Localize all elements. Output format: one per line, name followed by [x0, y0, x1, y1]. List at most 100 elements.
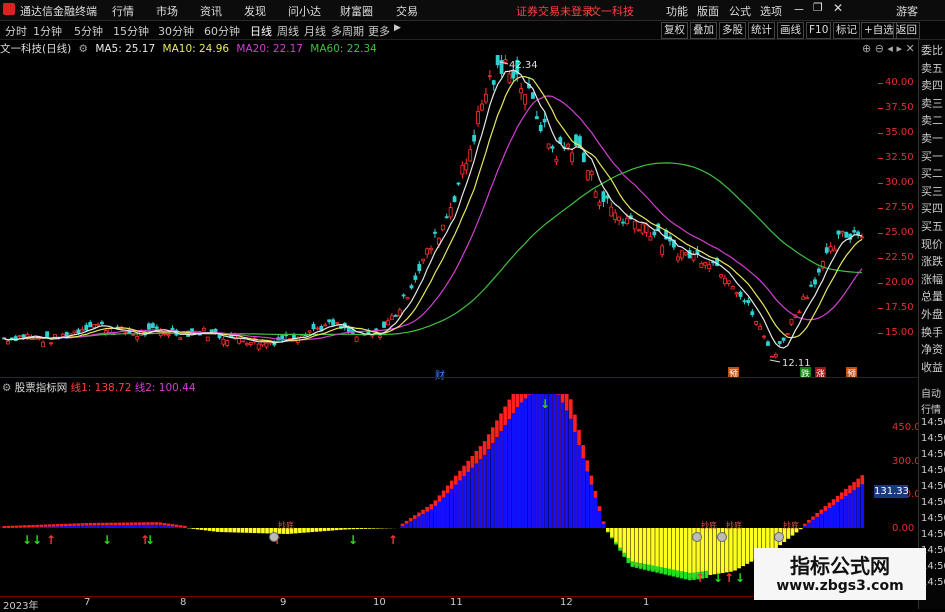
candle-body[interactable]: [747, 301, 750, 303]
candle-body[interactable]: [61, 334, 64, 336]
candle-body[interactable]: [398, 310, 401, 316]
side-panel-time-item[interactable]: 14:50: [921, 417, 945, 428]
tf-daily[interactable]: 日线: [250, 23, 272, 39]
candle-body[interactable]: [42, 342, 45, 347]
settings-gear-icon[interactable]: ⚙: [79, 43, 88, 55]
menu-item-trade[interactable]: 交易: [396, 3, 418, 19]
side-panel-item[interactable]: 买三: [921, 183, 945, 199]
candle-body[interactable]: [22, 335, 25, 338]
candle-body[interactable]: [512, 71, 515, 78]
candle-body[interactable]: [484, 94, 487, 102]
candle-body[interactable]: [539, 125, 542, 130]
side-panel-time-item[interactable]: 14:50: [921, 433, 945, 444]
candle-body[interactable]: [488, 76, 491, 77]
candle-body[interactable]: [241, 341, 244, 342]
candle-body[interactable]: [743, 301, 746, 302]
menu-item-discover[interactable]: 发现: [244, 3, 266, 19]
candle-body[interactable]: [551, 147, 554, 149]
candle-body[interactable]: [723, 278, 726, 283]
candle-body[interactable]: [508, 74, 511, 83]
candle-body[interactable]: [477, 111, 480, 123]
candle-body[interactable]: [202, 328, 205, 331]
candle-body[interactable]: [731, 287, 734, 289]
candle-body[interactable]: [18, 336, 21, 337]
side-panel-item[interactable]: 外盘: [921, 306, 945, 322]
tf-15min[interactable]: 15分钟: [113, 23, 149, 39]
btn-overlay[interactable]: 叠加: [690, 22, 717, 39]
candle-body[interactable]: [806, 298, 809, 299]
menu-item-function[interactable]: 功能: [666, 3, 688, 19]
side-panel-time-item[interactable]: 14:50: [921, 465, 945, 476]
candle-body[interactable]: [167, 335, 170, 336]
candle-body[interactable]: [547, 144, 550, 148]
side-panel-item[interactable]: 总量: [921, 288, 945, 304]
candle-body[interactable]: [422, 259, 425, 261]
candle-body[interactable]: [73, 331, 76, 333]
candle-body[interactable]: [602, 192, 605, 202]
candle-body[interactable]: [708, 265, 711, 269]
candle-body[interactable]: [386, 321, 389, 325]
candle-body[interactable]: [179, 338, 182, 340]
sub-settings-gear-icon[interactable]: ⚙: [2, 382, 11, 394]
candle-body[interactable]: [861, 237, 864, 238]
candle-body[interactable]: [496, 55, 499, 65]
btn-multi-stock[interactable]: 多股: [719, 22, 746, 39]
candle-body[interactable]: [46, 332, 49, 337]
tf-monthly[interactable]: 月线: [304, 23, 326, 39]
candle-body[interactable]: [355, 337, 358, 341]
tf-1min[interactable]: 1分钟: [33, 23, 62, 39]
candle-body[interactable]: [802, 297, 805, 299]
side-panel-item[interactable]: 换手: [921, 324, 945, 340]
candle-body[interactable]: [445, 217, 448, 218]
side-panel-item[interactable]: 现价: [921, 236, 945, 252]
candle-body[interactable]: [567, 144, 570, 147]
side-panel-item[interactable]: 卖一: [921, 130, 945, 146]
side-panel-time-item[interactable]: 自动: [921, 385, 945, 400]
menu-item-news[interactable]: 资讯: [200, 3, 222, 19]
candle-body[interactable]: [661, 246, 664, 255]
candle-body[interactable]: [853, 230, 856, 232]
candle-body[interactable]: [336, 323, 339, 324]
candle-body[interactable]: [371, 335, 374, 336]
candle-body[interactable]: [590, 171, 593, 174]
candle-body[interactable]: [206, 337, 209, 341]
candle-body[interactable]: [6, 341, 9, 344]
tf-more[interactable]: 更多: [368, 23, 390, 39]
candle-body[interactable]: [719, 275, 722, 277]
candle-body[interactable]: [97, 324, 100, 325]
candle-body[interactable]: [833, 249, 836, 251]
menu-item-ask[interactable]: 问小达: [288, 3, 321, 19]
side-panel-item[interactable]: 买二: [921, 165, 945, 181]
side-panel-time-item[interactable]: 14:50: [921, 529, 945, 540]
side-panel-item[interactable]: 涨跌: [921, 253, 945, 269]
candle-body[interactable]: [618, 217, 621, 221]
menu-item-markets[interactable]: 市场: [156, 3, 178, 19]
candle-body[interactable]: [622, 222, 625, 223]
candle-body[interactable]: [524, 95, 527, 105]
candle-body[interactable]: [535, 117, 538, 119]
side-panel-item[interactable]: 买五: [921, 218, 945, 234]
candle-body[interactable]: [50, 343, 53, 344]
minimize-icon[interactable]: －: [793, 1, 805, 18]
candle-body[interactable]: [782, 338, 785, 340]
side-panel-item[interactable]: 买四: [921, 200, 945, 216]
side-panel-time-item[interactable]: 14:50: [921, 449, 945, 460]
candle-body[interactable]: [614, 213, 617, 220]
candle-body[interactable]: [786, 333, 789, 334]
candle-body[interactable]: [649, 237, 652, 241]
candle-body[interactable]: [257, 344, 260, 349]
side-panel-time-item[interactable]: 14:50: [921, 481, 945, 492]
candle-body[interactable]: [394, 315, 397, 316]
side-panel-time-item[interactable]: 14:50: [921, 513, 945, 524]
candle-body[interactable]: [755, 321, 758, 324]
menu-item-options[interactable]: 选项: [760, 3, 782, 19]
tf-30min[interactable]: 30分钟: [158, 23, 194, 39]
candle-body[interactable]: [210, 330, 213, 332]
candle-body[interactable]: [825, 248, 828, 253]
candle-body[interactable]: [469, 150, 472, 161]
candle-body[interactable]: [136, 336, 139, 339]
candle-body[interactable]: [461, 165, 464, 174]
candle-body[interactable]: [751, 312, 754, 315]
candle-body[interactable]: [433, 232, 436, 233]
candle-body[interactable]: [100, 322, 103, 324]
